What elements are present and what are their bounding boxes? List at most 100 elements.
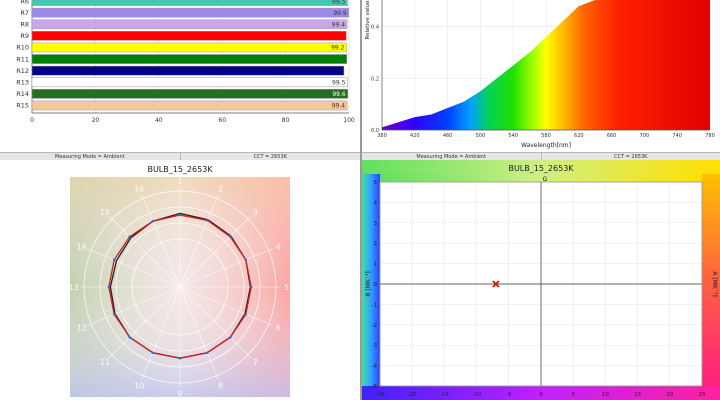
duv-tick-label: -25 [376, 392, 385, 398]
spd-ylabel: Relative value [365, 0, 371, 39]
cqs-spoke-label: 8 [218, 381, 223, 390]
cri-category-label: R11 [16, 55, 29, 63]
cri-bar [31, 7, 349, 18]
cqs-chart-title: BULB_15_2653K [147, 165, 213, 174]
cqs-point [151, 219, 155, 223]
duv-tick-label: 15 [634, 392, 641, 398]
cri-value-label: 99.5 [332, 0, 346, 5]
duv-chart-title: BULB_15_2653K [508, 164, 574, 173]
duv-panel: BULB_15_2653K G -25 -20 -15 -10 -5 0 5 10 15 20 25… [362, 160, 720, 400]
cqs-spoke-label: 5 [284, 283, 289, 292]
cri-chart-panel: 0 20 40 60 80 100 R6 99.5 R7 99.9 R8 99.4 R9 R10 99.2 R… [0, 0, 360, 152]
spd-tick-label: 460 [443, 133, 453, 139]
cqs-spoke-label: 10 [134, 381, 144, 390]
duv-tick-label: 10 [602, 392, 609, 398]
duv-tick-label: 5 [374, 180, 378, 186]
cri-value-label: 99.4 [332, 21, 346, 28]
cqs-spoke-label: 2 [218, 185, 223, 194]
duv-tick-label: 25 [699, 392, 706, 398]
cri-category-label: R7 [20, 9, 29, 17]
duv-tick-label: -20 [408, 392, 417, 398]
cri-bar [31, 54, 348, 64]
cri-bar [31, 42, 347, 53]
cqs-point [244, 258, 248, 262]
cri-category-label: R9 [20, 32, 29, 40]
cri-category-label: R8 [20, 20, 29, 28]
spd-tick-label: 780 [705, 133, 715, 139]
cri-category-label: R10 [16, 44, 29, 52]
duv-tick-label: 4 [374, 200, 378, 206]
cqs-spoke-label: 3 [253, 208, 258, 217]
cri-value-label: 99.4 [332, 103, 346, 110]
duv-tick-label: 1 [374, 262, 378, 268]
duv-plot-layer: -25 -20 -15 -10 -5 0 5 10 15 20 25-5-4-3-2-1012345… [365, 180, 718, 398]
cqs-point [178, 213, 182, 217]
cqs-point [205, 351, 209, 355]
spd-tick-label: 0.0 [371, 128, 379, 134]
cqs-point [206, 219, 209, 222]
spd-tick-label: 580 [541, 133, 551, 139]
spd-tick-label: 420 [410, 133, 420, 139]
cri-value-label: 99.2 [331, 45, 345, 52]
cri-tick-label: 20 [92, 117, 100, 124]
cqs-point [249, 285, 253, 289]
duv-tick-label: 3 [374, 221, 378, 227]
cqs-point [128, 235, 131, 238]
spd-tick-label: 620 [574, 133, 584, 139]
cri-bar [31, 0, 348, 6]
cri-category-label: R15 [16, 102, 29, 110]
spd-tick-label: 740 [672, 133, 682, 139]
duv-tick-label: 0 [539, 392, 543, 398]
cqs-spoke-label: 12 [77, 324, 87, 333]
cqs-spoke-label: 1 [177, 177, 182, 186]
cri-value-label: 99.5 [332, 79, 346, 86]
cqs-spoke-label: 14 [77, 242, 87, 251]
cqs-point [229, 235, 232, 238]
spd-tick-label: 660 [607, 133, 617, 139]
spd-tick-label: 0.4 [371, 25, 379, 31]
cri-bar [31, 89, 348, 99]
duv-left-label: B [MK⁻¹] [365, 271, 372, 296]
spd-tick-label: 0.2 [371, 76, 379, 82]
cri-bar [31, 100, 348, 111]
cqs-spoke-label: 15 [100, 208, 110, 217]
cri-tick-label: 100 [343, 117, 355, 124]
cqs-spoke-label: 11 [100, 358, 110, 367]
cqs-point [229, 336, 232, 339]
cqs-point [151, 351, 155, 355]
cqs-point [178, 356, 182, 360]
spectrum-chart: 380 420 460 500 540 580 620 660 700 740 7800.00.20… [365, 0, 715, 149]
color-vector-chart: BULB_15_2653K 12345678910111213141516 [69, 165, 290, 398]
cri-tick-label: 0 [30, 117, 34, 124]
cri-bar [31, 19, 348, 30]
cri-category-label: R13 [16, 78, 29, 86]
cri-bar [31, 31, 347, 41]
cqs-spoke-label: 9 [177, 389, 182, 398]
duv-tick-label: 5 [571, 392, 575, 398]
duv-tick-label: -15 [440, 392, 449, 398]
cri-bar [31, 65, 345, 76]
duv-chart: BULB_15_2653K G -25 -20 -15 -10 -5 0 5 10 15 20 25… [362, 160, 720, 400]
spd-tick-label: 540 [508, 133, 518, 139]
cri-tick-label: 60 [218, 117, 226, 124]
spd-tick-label: 500 [476, 133, 486, 139]
cri-value-label: 99.9 [333, 10, 347, 17]
duv-tick-label: -1 [372, 302, 377, 308]
duv-tick-label: 2 [374, 241, 378, 247]
cri-bar [31, 77, 348, 88]
spd-xlabel: Wavelength[nm] [521, 142, 571, 149]
duv-tick-label: 20 [666, 392, 673, 398]
cqs-point [128, 336, 131, 339]
duv-right-label: A [MK⁻¹] [711, 271, 718, 296]
cri-category-label: R6 [20, 0, 29, 5]
duv-tick-label: -3 [372, 343, 378, 349]
cri-tick-label: 40 [155, 117, 163, 124]
cri-value-label: 99.6 [332, 91, 346, 98]
duv-tick-label: -10 [472, 392, 481, 398]
spectrum-chart-panel: 380 420 460 500 540 580 620 660 700 740 780 0.0 0.2 0… [362, 0, 720, 152]
cri-bar-chart: 0 20 40 60 80 100 R6 99.5 R7 99.9 R8 99.4 R9 R10 99.2 R… [16, 0, 355, 124]
duv-tick-label: 0 [374, 282, 378, 288]
duv-tick-label: -5 [372, 384, 378, 390]
duv-tick-label: -2 [372, 323, 377, 329]
cqs-point [107, 285, 111, 289]
